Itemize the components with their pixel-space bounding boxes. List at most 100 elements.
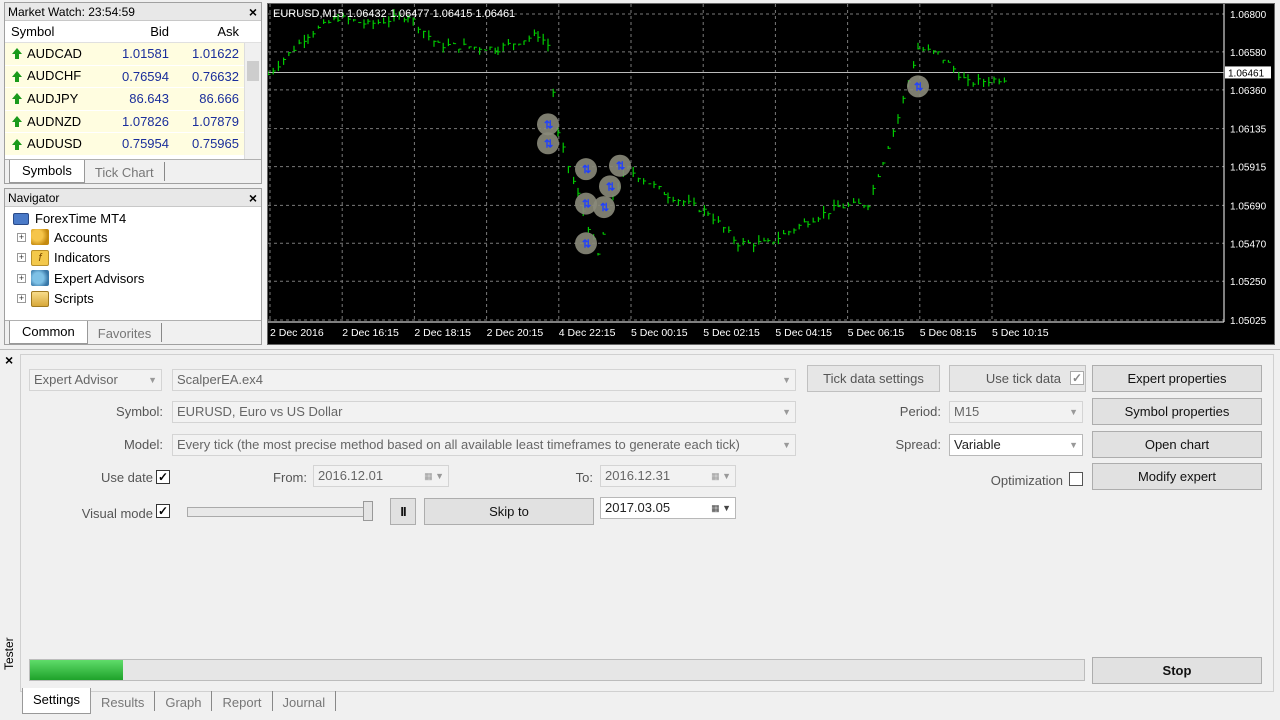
from-date-value: 2016.12.01 xyxy=(318,468,384,483)
chevron-down-icon: ▼ xyxy=(1069,407,1078,417)
tab-report[interactable]: Report xyxy=(212,691,273,711)
trade-arrow-icon: ⇅ xyxy=(582,199,591,211)
use-date-checkbox[interactable]: ✓ xyxy=(156,470,170,484)
use-tick-data-checkbox[interactable]: ✓ xyxy=(1070,371,1084,385)
tab-settings[interactable]: Settings xyxy=(22,688,91,714)
expand-icon[interactable]: + xyxy=(17,232,26,242)
navigator-item-scripts[interactable]: + Scripts xyxy=(5,289,261,310)
list-item[interactable]: AUDCHF 0.76594 0.76632 xyxy=(5,65,261,89)
pause-button[interactable]: II xyxy=(390,498,416,525)
market-watch-tabs: Symbols Tick Chart xyxy=(5,159,261,183)
use-date-label: Use date xyxy=(100,470,153,485)
up-arrow-icon xyxy=(11,93,22,105)
tester-type-select[interactable]: Expert Advisor ▼ xyxy=(29,369,162,391)
tab-common[interactable]: Common xyxy=(9,321,88,344)
up-arrow-icon xyxy=(11,138,22,150)
scrollbar[interactable] xyxy=(244,43,261,159)
scrollbar-thumb[interactable] xyxy=(247,61,259,81)
visual-speed-slider-thumb[interactable] xyxy=(363,501,373,521)
expert-select[interactable]: ScalperEA.ex4 ▼ xyxy=(172,369,796,391)
expand-icon[interactable]: + xyxy=(17,294,26,304)
chevron-down-icon: ▼ xyxy=(1069,440,1078,450)
symbol-name: AUDCHF xyxy=(27,68,82,84)
symbol-cell: AUDJPY xyxy=(5,88,100,110)
list-item[interactable]: AUDCAD 1.01581 1.01622 xyxy=(5,43,261,66)
chart-canvas[interactable]: 1.06800 1.06580 1.06360 1.06135 1.05915 1.056… xyxy=(268,4,1274,344)
bid-cell: 0.76594 xyxy=(122,68,169,84)
column-symbol[interactable]: Symbol xyxy=(5,21,100,42)
symbol-cell: AUDUSD xyxy=(5,133,100,155)
model-value: Every tick (the most precise method base… xyxy=(177,437,740,452)
tab-favorites[interactable]: Favorites xyxy=(88,323,163,342)
modify-expert-button[interactable]: Modify expert xyxy=(1092,463,1262,490)
tick-data-settings-button[interactable]: Tick data settings xyxy=(807,365,940,392)
expand-icon[interactable]: + xyxy=(17,273,26,283)
list-item[interactable]: AUDJPY 86.643 86.666 xyxy=(5,88,261,111)
skip-to-button[interactable]: Skip to xyxy=(424,498,594,525)
to-label: To: xyxy=(575,470,593,485)
navigator-item-indicators[interactable]: + f Indicators xyxy=(5,248,261,269)
calendar-icon[interactable]: ▦ ▼ xyxy=(424,466,444,486)
tab-tick-chart[interactable]: Tick Chart xyxy=(85,162,165,181)
tester-settings: Expert Advisor ▼ ScalperEA.ex4 ▼ Tick da… xyxy=(20,354,1274,692)
expert-properties-button[interactable]: Expert properties xyxy=(1092,365,1262,392)
tab-results[interactable]: Results xyxy=(91,691,156,711)
ask-cell: 0.76632 xyxy=(192,68,239,84)
close-icon[interactable]: × xyxy=(249,3,257,21)
market-watch-rows: AUDCAD 1.01581 1.01622 AUDCHF 0.76594 0.76632… xyxy=(5,43,261,156)
navigator-root[interactable]: ForexTime MT4 xyxy=(5,207,261,227)
price-tick-label: 1.06800 xyxy=(1230,10,1267,21)
to-date-value: 2016.12.31 xyxy=(605,468,671,483)
symbol-name: AUDUSD xyxy=(27,136,82,152)
to-date-input[interactable]: 2016.12.31 ▦ ▼ xyxy=(600,465,736,487)
navigator-item-expert-advisors[interactable]: + Expert Advisors xyxy=(5,268,261,289)
market-watch-header: Symbol Bid Ask xyxy=(5,21,261,43)
list-item[interactable]: AUDUSD 0.75954 0.75965 xyxy=(5,133,261,156)
price-tick-label: 1.05470 xyxy=(1230,239,1267,250)
time-tick-label: 4 Dec 22:15 xyxy=(559,327,616,339)
model-select[interactable]: Every tick (the most precise method base… xyxy=(172,434,796,456)
up-arrow-icon xyxy=(11,116,22,128)
tab-graph[interactable]: Graph xyxy=(155,691,213,711)
current-price-label: 1.06461 xyxy=(1228,68,1265,79)
trade-arrow-icon: ⇅ xyxy=(914,81,923,93)
tab-symbols[interactable]: Symbols xyxy=(9,160,85,183)
calendar-icon[interactable]: ▦ ▼ xyxy=(711,466,731,486)
column-ask[interactable]: Ask xyxy=(173,21,243,42)
price-tick-label: 1.05250 xyxy=(1230,277,1267,288)
market-watch-title-text: Market Watch: 23:54:59 xyxy=(8,5,135,19)
close-icon[interactable]: × xyxy=(249,189,257,207)
list-item[interactable]: AUDNZD 1.07826 1.07879 xyxy=(5,110,261,134)
close-icon[interactable]: × xyxy=(5,352,13,368)
symbol-name: AUDNZD xyxy=(27,113,82,129)
symbol-properties-button[interactable]: Symbol properties xyxy=(1092,398,1262,425)
bid-cell: 0.75954 xyxy=(122,136,169,152)
time-tick-label: 5 Dec 04:15 xyxy=(775,327,832,339)
optimization-checkbox[interactable] xyxy=(1069,472,1083,486)
time-tick-label: 5 Dec 00:15 xyxy=(631,327,688,339)
visual-mode-label: Visual mode xyxy=(81,506,153,521)
skip-date-input[interactable]: 2017.03.05 ▦ ▼ xyxy=(600,497,736,519)
visual-mode-checkbox[interactable]: ✓ xyxy=(156,504,170,518)
stop-button[interactable]: Stop xyxy=(1092,657,1262,684)
from-date-input[interactable]: 2016.12.01 ▦ ▼ xyxy=(313,465,449,487)
use-tick-data-toggle[interactable]: Use tick data xyxy=(949,365,1086,392)
tester-title: Tester xyxy=(2,637,16,670)
navigator-item-accounts[interactable]: + Accounts xyxy=(5,227,261,248)
tab-journal[interactable]: Journal xyxy=(273,691,337,711)
ask-cell: 0.75965 xyxy=(192,136,239,152)
price-tick-label: 1.06580 xyxy=(1230,48,1267,59)
price-tick-label: 1.05915 xyxy=(1230,163,1267,174)
calendar-icon[interactable]: ▦ ▼ xyxy=(711,498,731,518)
column-bid[interactable]: Bid xyxy=(100,21,173,42)
symbol-name: AUDJPY xyxy=(27,90,79,106)
price-chart[interactable]: 1.06800 1.06580 1.06360 1.06135 1.05915 1.056… xyxy=(267,3,1275,345)
period-select[interactable]: M15 ▼ xyxy=(949,401,1083,423)
symbol-select[interactable]: EURUSD, Euro vs US Dollar ▼ xyxy=(172,401,796,423)
visual-speed-slider[interactable] xyxy=(187,507,373,517)
test-progress-bar xyxy=(29,659,1085,681)
open-chart-button[interactable]: Open chart xyxy=(1092,431,1262,458)
spread-select[interactable]: Variable ▼ xyxy=(949,434,1083,456)
bid-cell: 1.01581 xyxy=(122,46,169,61)
expand-icon[interactable]: + xyxy=(17,253,26,263)
